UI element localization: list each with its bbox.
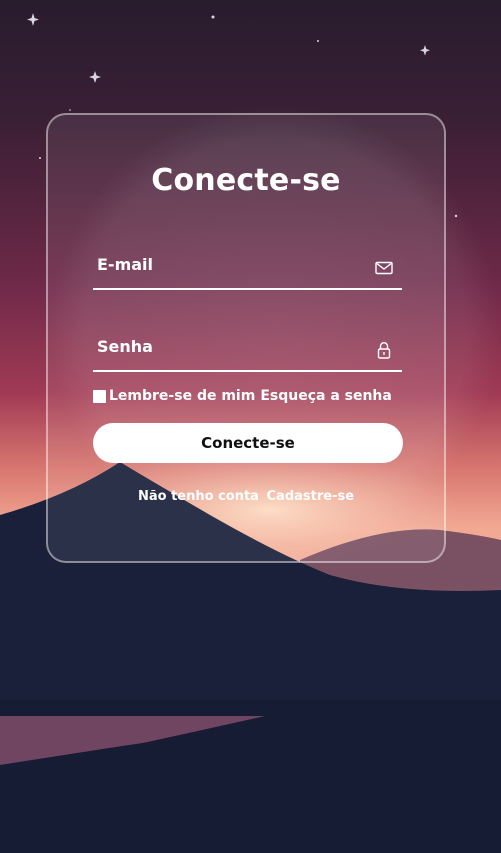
login-title: Conecte-se (151, 163, 341, 198)
login-card: Conecte-se Lembre-se de mi (46, 113, 446, 563)
no-account-text: Não tenho conta (137, 489, 259, 504)
remember-checkbox[interactable] (93, 389, 106, 403)
remember-row: Lembre-se de mim Esqueça a senha (93, 388, 392, 404)
background: Conecte-se Lembre-se de mi (0, 0, 501, 853)
mail-icon (374, 258, 394, 278)
login-button[interactable]: Conecte-se (93, 423, 403, 463)
register-row: Não tenho conta Cadastre-se (48, 489, 444, 504)
lock-icon (374, 340, 394, 360)
remember-label: Lembre-se de mim (109, 388, 256, 404)
email-input[interactable] (93, 244, 367, 284)
email-field (93, 244, 402, 290)
password-input[interactable] (93, 326, 367, 366)
password-field (93, 326, 402, 372)
forgot-password-link[interactable]: Esqueça a senha (260, 388, 392, 404)
register-link[interactable]: Cadastre-se (267, 489, 355, 504)
